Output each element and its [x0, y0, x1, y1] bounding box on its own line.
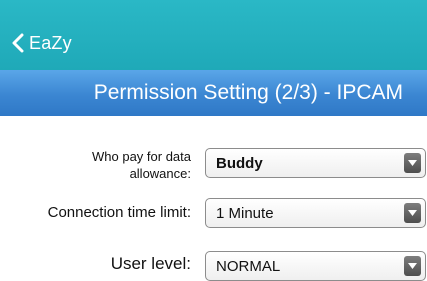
page-title: Permission Setting (2/3) - IPCAM: [93, 81, 403, 104]
top-bar: EaZy: [0, 0, 427, 70]
triangle-down-icon: [404, 153, 421, 173]
data-allowance-select[interactable]: Buddy: [205, 148, 426, 178]
data-allowance-label: Who pay for data allowance:: [92, 148, 191, 182]
connection-time-limit-label: Connection time limit:: [47, 204, 191, 221]
data-allowance-label-line2: allowance:: [129, 166, 191, 181]
user-level-value: NORMAL: [216, 257, 281, 275]
connection-time-limit-value: 1 Minute: [216, 204, 274, 222]
data-allowance-row: Who pay for data allowance: Buddy: [0, 144, 427, 188]
triangle-down-icon: [404, 256, 421, 276]
back-button[interactable]: EaZy: [12, 28, 72, 58]
page-header: Permission Setting (2/3) - IPCAM: [0, 70, 427, 116]
connection-time-limit-select[interactable]: 1 Minute: [205, 198, 426, 228]
user-level-select[interactable]: NORMAL: [205, 251, 426, 281]
connection-time-limit-row: Connection time limit: 1 Minute: [0, 198, 427, 230]
chevron-left-icon: [12, 33, 24, 53]
data-allowance-label-line1: Who pay for data: [92, 149, 191, 164]
triangle-down-icon: [404, 203, 421, 223]
data-allowance-value: Buddy: [216, 154, 263, 172]
back-label: EaZy: [29, 32, 72, 53]
